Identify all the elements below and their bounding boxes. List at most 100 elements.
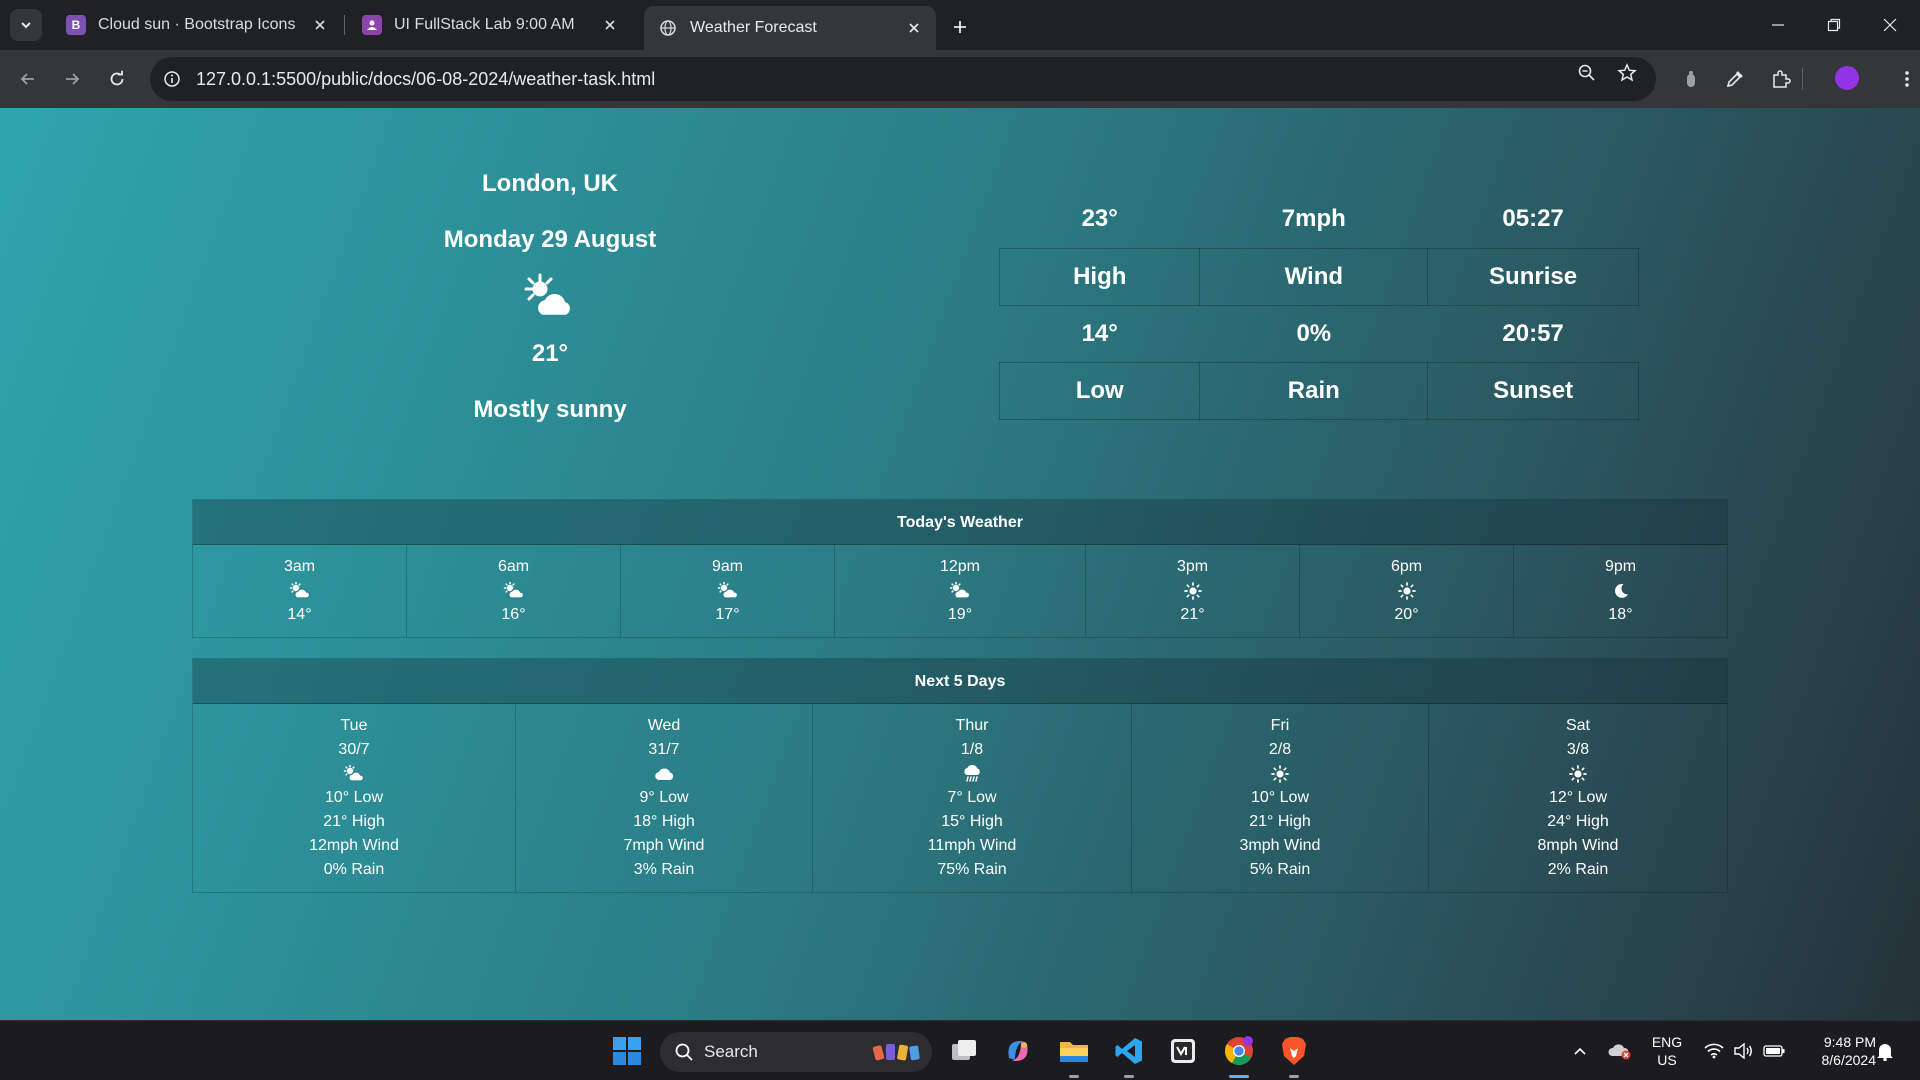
windows-start-icon[interactable] (607, 1031, 647, 1071)
profile-avatar[interactable] (1835, 66, 1859, 90)
restore-button[interactable] (1814, 10, 1854, 40)
day-wind: 3mph Wind (1239, 837, 1321, 854)
hour-label: 9am (711, 558, 744, 575)
day-rain: 2% Rain (1547, 861, 1609, 878)
hour-temp: 16° (501, 606, 526, 623)
bootstrap-icon: B (66, 15, 86, 35)
search-icon (675, 1043, 693, 1061)
toolbar-divider (1801, 65, 1803, 93)
bookmark-star-icon[interactable] (1614, 60, 1640, 86)
hourly-item: 3pm 21° (1086, 545, 1300, 637)
zoom-icon[interactable] (1574, 60, 1600, 86)
close-icon[interactable] (310, 15, 330, 35)
onedrive-error-icon[interactable] (1606, 1035, 1634, 1067)
day-name: Fri (1270, 717, 1290, 734)
weather-summary: Mostly sunny (473, 396, 627, 423)
notification-bell-icon[interactable] (1872, 1035, 1898, 1067)
chrome-icon[interactable] (1219, 1031, 1259, 1071)
sun-icon (1086, 579, 1299, 603)
hour-temp: 20° (1394, 606, 1419, 623)
sunset-label: Sunset (1427, 361, 1639, 420)
sun-icon (1429, 762, 1727, 786)
hourly-row: 3am 14° 6am 16° 9am 17° 12pm 19° 3pm 21°… (193, 545, 1727, 637)
daily-item: Sat 3/8 12° Low 24° High 8mph Wind 2% Ra… (1429, 704, 1727, 892)
file-explorer-icon[interactable] (1054, 1031, 1094, 1071)
cloud-icon (516, 762, 812, 786)
language-indicator[interactable]: ENG US (1645, 1034, 1689, 1068)
address-bar[interactable]: 127.0.0.1:5500/public/docs/06-08-2024/we… (150, 57, 1656, 101)
tab-search-button[interactable] (10, 9, 42, 41)
eyedropper-icon[interactable] (1721, 65, 1749, 93)
hourly-item: 3am 14° (193, 545, 407, 637)
extension-icon[interactable] (1677, 65, 1705, 93)
forward-button[interactable] (56, 63, 88, 95)
battery-icon[interactable] (1761, 1035, 1787, 1067)
sunset-value: 20:57 (1502, 319, 1564, 347)
reload-button[interactable] (101, 63, 133, 95)
wifi-icon[interactable] (1702, 1035, 1726, 1067)
tab-ui-fullstack-lab[interactable]: UI FullStack Lab 9:00 AM (348, 6, 632, 44)
wind-label: Wind (1199, 247, 1429, 306)
tab-title: Cloud sun · Bootstrap Icons (98, 16, 296, 33)
close-icon[interactable] (600, 15, 620, 35)
hour-temp: 17° (715, 606, 740, 623)
day-wind: 11mph Wind (927, 837, 1017, 854)
chevron-up-icon[interactable] (1568, 1035, 1592, 1067)
clock-time: 9:48 PM (1823, 1034, 1876, 1050)
stats-label-row: High Wind Sunrise (998, 247, 1639, 306)
minimize-icon (1772, 24, 1784, 26)
day-rain: 5% Rain (1249, 861, 1311, 878)
day-high: 21° High (323, 813, 385, 830)
cloud-sun-icon (621, 579, 834, 603)
active-indicator (1229, 1075, 1249, 1078)
new-tab-button[interactable] (946, 13, 974, 41)
globe-icon (658, 18, 678, 38)
daily-item: Fri 2/8 10° Low 21° High 3mph Wind 5% Ra… (1132, 704, 1429, 892)
task-view-icon[interactable] (944, 1031, 984, 1071)
tab-weather-forecast[interactable]: Weather Forecast (644, 6, 936, 50)
vscode-icon[interactable] (1109, 1031, 1149, 1071)
clock[interactable]: 9:48 PM 8/6/2024 (1796, 1034, 1877, 1068)
current-temperature: 21° (531, 340, 569, 367)
high-value: 23° (1081, 205, 1118, 233)
close-icon[interactable] (904, 18, 924, 38)
day-date: 1/8 (960, 741, 984, 758)
cloud-sun-icon (407, 579, 620, 603)
plus-icon (954, 21, 966, 33)
current-weather: London, UK Monday 29 August 21° Mostly s… (400, 168, 700, 426)
close-window-button[interactable] (1870, 10, 1910, 40)
brave-icon[interactable] (1274, 1031, 1314, 1071)
cloud-sun-icon (193, 762, 515, 786)
stats-table: 23° 7mph 05:27 High Wind Sunrise 14° 0% … (998, 191, 1639, 420)
back-button[interactable] (12, 63, 44, 95)
copilot-icon[interactable] (998, 1031, 1038, 1071)
taskbar-search-box[interactable]: Search (660, 1032, 932, 1072)
sun-icon (1300, 579, 1513, 603)
tab-bootstrap-icons[interactable]: B Cloud sun · Bootstrap Icons (52, 6, 342, 44)
volume-icon[interactable] (1731, 1035, 1755, 1067)
todays-weather-panel: Today's Weather 3am 14° 6am 16° 9am 17° … (192, 499, 1728, 638)
site-info-icon[interactable] (150, 57, 194, 101)
hourly-item: 6pm 20° (1300, 545, 1514, 637)
lang-line1: ENG (1651, 1034, 1683, 1050)
more-menu-icon[interactable] (1893, 65, 1920, 93)
day-high: 24° High (1547, 813, 1609, 830)
terminal-app-icon[interactable] (1163, 1031, 1203, 1071)
extensions-puzzle-icon[interactable] (1767, 65, 1795, 93)
cloud-sun-icon (193, 579, 406, 603)
high-label: High (998, 247, 1201, 306)
minimize-button[interactable] (1758, 10, 1798, 40)
day-name: Wed (647, 717, 681, 734)
panel-title: Today's Weather (193, 500, 1727, 545)
daily-item: Tue 30/7 10° Low 21° High 12mph Wind 0% … (193, 704, 516, 892)
hour-label: 9pm (1604, 558, 1637, 575)
running-indicator (1069, 1075, 1079, 1078)
stats-label-row: Low Rain Sunset (998, 361, 1639, 420)
daily-row: Tue 30/7 10° Low 21° High 12mph Wind 0% … (193, 704, 1727, 892)
hour-label: 12pm (939, 558, 981, 575)
day-rain: 75% Rain (937, 861, 1007, 878)
weather-page: London, UK Monday 29 August 21° Mostly s… (0, 108, 1920, 1020)
hourly-item: 6am 16° (407, 545, 621, 637)
hour-temp: 21° (1180, 606, 1205, 623)
wind-value: 7mph (1281, 205, 1346, 233)
